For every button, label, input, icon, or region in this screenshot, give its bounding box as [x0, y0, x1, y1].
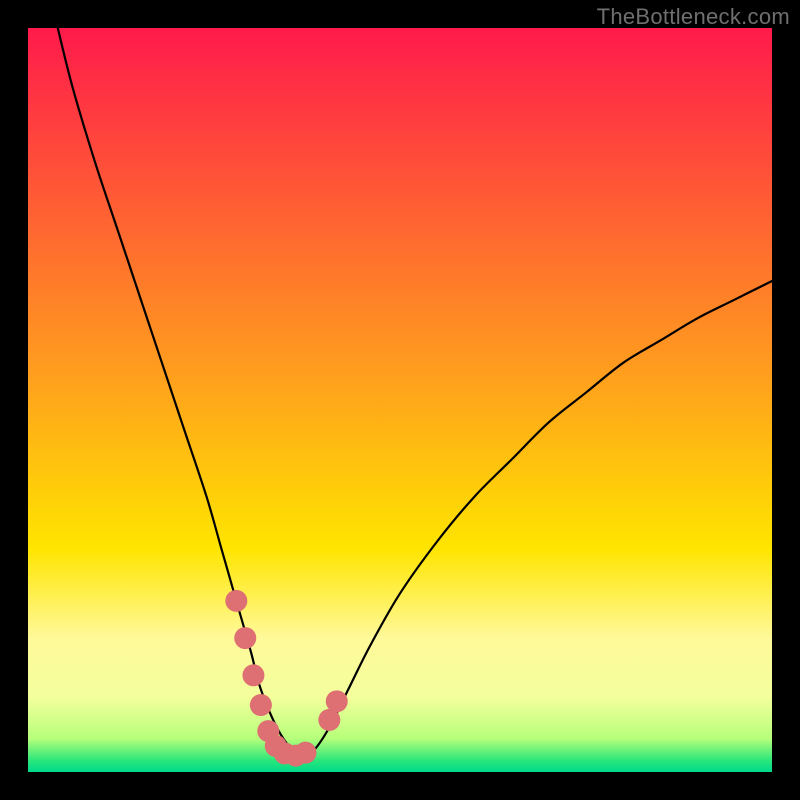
marker-dot [295, 742, 317, 764]
marker-dot [250, 694, 272, 716]
watermark-text: TheBottleneck.com [597, 4, 790, 30]
chart-container: TheBottleneck.com [0, 0, 800, 800]
marker-dot [326, 690, 348, 712]
marker-dot [225, 590, 247, 612]
marker-dot [242, 664, 264, 686]
plot-area [28, 28, 772, 772]
marker-dot [234, 627, 256, 649]
gradient-background [28, 28, 772, 772]
bottleneck-chart [28, 28, 772, 772]
